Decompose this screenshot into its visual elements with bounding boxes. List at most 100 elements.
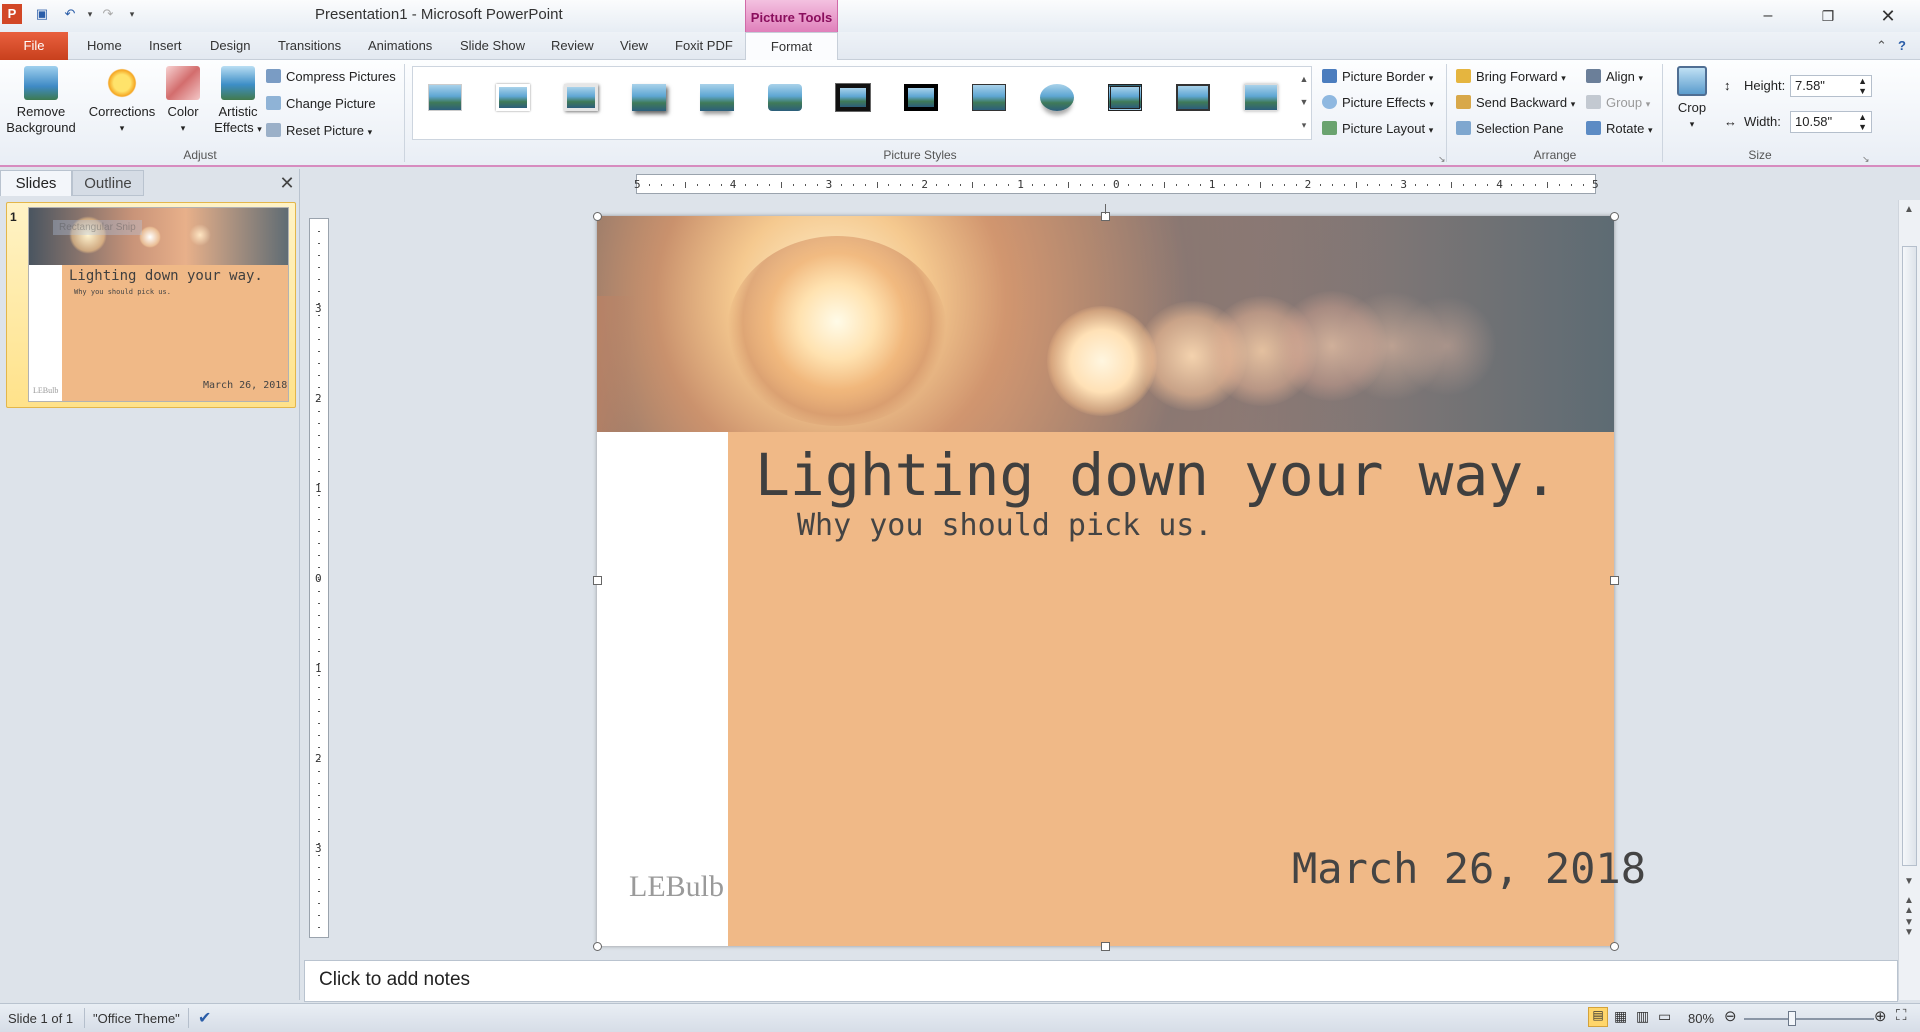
picture-style-4[interactable] xyxy=(625,78,673,118)
picture-style-12[interactable] xyxy=(1169,78,1217,118)
tab-slide-show[interactable]: Slide Show xyxy=(460,38,525,53)
selection-pane-button[interactable]: Selection Pane xyxy=(1456,119,1563,139)
tab-file[interactable]: File xyxy=(0,32,68,60)
next-slide-icon[interactable]: ▼ ▼ xyxy=(1904,918,1914,938)
undo-dropdown-icon[interactable]: ▾ xyxy=(80,4,100,24)
slide-logo[interactable]: LEBulb xyxy=(629,870,724,904)
resize-handle-left[interactable] xyxy=(593,576,602,585)
scroll-down-icon[interactable]: ▼ xyxy=(1904,876,1914,887)
picture-style-2[interactable] xyxy=(489,78,537,118)
slide-sorter-icon[interactable]: ▦ xyxy=(1614,1008,1627,1025)
group-button[interactable]: Group ▾ xyxy=(1586,93,1650,113)
tab-view[interactable]: View xyxy=(620,38,648,53)
tab-outline[interactable]: Outline xyxy=(72,170,144,196)
reading-view-icon[interactable]: ▥ xyxy=(1636,1008,1649,1025)
undo-icon[interactable]: ↶ xyxy=(60,4,80,24)
zoom-slider[interactable] xyxy=(1744,1018,1874,1020)
remove-background-button[interactable]: Remove Background xyxy=(4,66,78,136)
gallery-scroll[interactable]: ▲ ▼ ▾ xyxy=(1296,68,1312,138)
rotate-button[interactable]: Rotate ▾ xyxy=(1586,119,1652,139)
height-spinner-icon[interactable]: ▲ ▼ xyxy=(1858,76,1867,96)
rotate-handle[interactable] xyxy=(1105,204,1106,214)
picture-style-13[interactable] xyxy=(1237,78,1285,118)
picture-style-9[interactable] xyxy=(965,78,1013,118)
height-input[interactable]: 7.58" ▲ ▼ xyxy=(1790,75,1872,97)
width-spinner-icon[interactable]: ▲ ▼ xyxy=(1858,112,1867,132)
slide-show-icon[interactable]: ▭ xyxy=(1658,1008,1671,1025)
send-backward-button[interactable]: Send Backward ▾ xyxy=(1456,93,1575,113)
artistic-effects-button[interactable]: Artistic Effects ▾ xyxy=(210,66,266,137)
align-button[interactable]: Align ▾ xyxy=(1586,67,1643,87)
normal-view-icon[interactable]: ▤ xyxy=(1588,1007,1608,1027)
tab-home[interactable]: Home xyxy=(87,38,122,53)
compress-pictures-button[interactable]: Compress Pictures xyxy=(266,67,396,87)
resize-handle-top-left[interactable] xyxy=(593,212,602,221)
tab-animations[interactable]: Animations xyxy=(368,38,432,53)
picture-effects-button[interactable]: Picture Effects ▾ xyxy=(1322,93,1434,113)
save-icon[interactable]: ▣ xyxy=(32,4,52,24)
picture-style-7[interactable] xyxy=(829,78,877,118)
picture-style-3[interactable] xyxy=(557,78,605,118)
tab-transitions[interactable]: Transitions xyxy=(278,38,341,53)
help-icon[interactable]: ? xyxy=(1898,38,1906,53)
tab-insert[interactable]: Insert xyxy=(149,38,182,53)
resize-handle-right[interactable] xyxy=(1610,576,1619,585)
slide-thumbnail[interactable]: Rectangular Snip Lighting down your way.… xyxy=(28,207,289,402)
zoom-in-icon[interactable]: ⊕ xyxy=(1874,1007,1887,1025)
slide-subtitle[interactable]: Why you should pick us. xyxy=(797,508,1212,543)
customize-toolbar-icon[interactable]: ▾ xyxy=(122,4,142,24)
scrollbar-thumb[interactable] xyxy=(1902,246,1917,866)
previous-slide-icon[interactable]: ▲ ▲ xyxy=(1904,896,1914,916)
resize-handle-bottom[interactable] xyxy=(1101,942,1110,951)
picture-border-button[interactable]: Picture Border ▾ xyxy=(1322,67,1433,87)
zoom-level[interactable]: 80% xyxy=(1688,1011,1714,1026)
collapse-ribbon-icon[interactable]: ⌃ xyxy=(1876,38,1887,54)
close-pane-icon[interactable]: ✕ xyxy=(276,170,298,196)
spell-check-icon[interactable]: ✔ xyxy=(198,1008,211,1028)
close-icon[interactable]: ✕ xyxy=(1860,0,1916,32)
zoom-slider-thumb[interactable] xyxy=(1788,1011,1796,1026)
picture-style-11[interactable] xyxy=(1101,78,1149,118)
vertical-ruler[interactable]: 3210123 xyxy=(309,218,329,938)
picture-style-5[interactable] xyxy=(693,78,741,118)
scroll-up-icon[interactable]: ▲ xyxy=(1904,204,1914,215)
tab-slides[interactable]: Slides xyxy=(0,170,72,196)
powerpoint-app-icon[interactable]: P xyxy=(2,4,22,24)
picture-style-1[interactable] xyxy=(421,78,469,118)
reset-picture-button[interactable]: Reset Picture ▾ xyxy=(266,121,372,141)
notes-pane[interactable]: Click to add notes xyxy=(304,960,1898,1002)
notes-placeholder[interactable]: Click to add notes xyxy=(319,969,470,991)
tab-review[interactable]: Review xyxy=(551,38,594,53)
tab-foxit-pdf[interactable]: Foxit PDF xyxy=(675,38,733,53)
tab-format[interactable]: Format xyxy=(745,32,838,61)
fit-to-window-icon[interactable]: ⛶ xyxy=(1896,1007,1907,1024)
picture-styles-launcher-icon[interactable]: ↘ xyxy=(1438,149,1446,169)
minimize-icon[interactable]: – xyxy=(1740,0,1796,32)
resize-handle-top-right[interactable] xyxy=(1610,212,1619,221)
width-input[interactable]: 10.58" ▲ ▼ xyxy=(1790,111,1872,133)
zoom-out-icon[interactable]: ⊖ xyxy=(1724,1007,1737,1025)
bring-forward-button[interactable]: Bring Forward ▾ xyxy=(1456,67,1566,87)
color-button[interactable]: Color ▾ xyxy=(162,66,204,136)
change-picture-button[interactable]: Change Picture xyxy=(266,94,376,114)
slide-canvas[interactable]: Lighting down your way. Why you should p… xyxy=(597,216,1646,946)
slide-date[interactable]: March 26, 2018 xyxy=(1292,844,1646,893)
restore-icon[interactable]: ❐ xyxy=(1800,0,1856,32)
size-launcher-icon[interactable]: ↘ xyxy=(1862,149,1870,169)
tab-design[interactable]: Design xyxy=(210,38,250,53)
picture-layout-button[interactable]: Picture Layout ▾ xyxy=(1322,119,1433,139)
resize-handle-bottom-left[interactable] xyxy=(593,942,602,951)
theme-name[interactable]: "Office Theme" xyxy=(93,1011,180,1026)
slide-title[interactable]: Lighting down your way. xyxy=(755,441,1558,509)
horizontal-ruler[interactable]: 5 4 3 2 1 0 1 2 3 4 5 xyxy=(634,174,1599,194)
header-photo[interactable] xyxy=(597,216,1614,432)
corrections-button[interactable]: Corrections ▾ xyxy=(86,66,158,136)
redo-icon[interactable]: ↷ xyxy=(98,4,118,24)
ruler-tick xyxy=(1355,182,1357,188)
picture-style-8[interactable] xyxy=(897,78,945,118)
vertical-scrollbar[interactable]: ▲ ▼ ▲ ▲ ▼ ▼ xyxy=(1898,200,1920,1000)
crop-button[interactable]: Crop ▾ xyxy=(1670,66,1714,132)
picture-style-6[interactable] xyxy=(761,78,809,118)
picture-style-10[interactable] xyxy=(1033,78,1081,118)
resize-handle-bottom-right[interactable] xyxy=(1610,942,1619,951)
